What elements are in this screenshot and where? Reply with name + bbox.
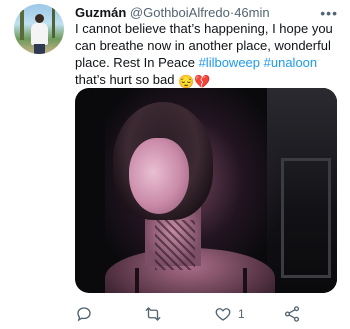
retweet-button[interactable]: [144, 302, 168, 326]
avatar[interactable]: [14, 4, 64, 54]
tweet-actions: 1: [75, 302, 337, 326]
avatar-figure-legs: [34, 44, 45, 54]
tweet-text-body: that’s hurt so bad: [75, 72, 175, 87]
reply-icon: [77, 307, 91, 322]
share-button[interactable]: [283, 302, 307, 326]
avatar-figure-body: [31, 23, 48, 45]
tweet-time[interactable]: 46min: [234, 5, 269, 20]
media-person-face: [129, 138, 189, 214]
reply-button[interactable]: [75, 302, 99, 326]
author-handle[interactable]: @GothboiAlfredo: [130, 5, 230, 20]
media-background-frame: [281, 158, 331, 278]
like-button[interactable]: 1: [214, 302, 245, 326]
tweet-text: I cannot believe that’s happening, I hop…: [75, 20, 340, 90]
author-name[interactable]: Guzmán: [75, 5, 126, 20]
heart-icon: [215, 308, 231, 321]
media-person-strap: [243, 268, 247, 293]
tweet-media-image[interactable]: [75, 88, 337, 293]
retweet-icon: [145, 307, 161, 321]
media-person-strap: [135, 268, 139, 293]
media-person-tattoo: [155, 220, 195, 270]
like-count: 1: [238, 307, 245, 321]
share-icon: [284, 306, 300, 322]
avatar-figure-head: [35, 14, 44, 23]
avatar-tree: [20, 10, 24, 40]
avatar-tree: [52, 8, 55, 38]
hashtag-link[interactable]: #lilboweep: [199, 55, 260, 70]
hashtag-link[interactable]: #unaloon: [264, 55, 318, 70]
